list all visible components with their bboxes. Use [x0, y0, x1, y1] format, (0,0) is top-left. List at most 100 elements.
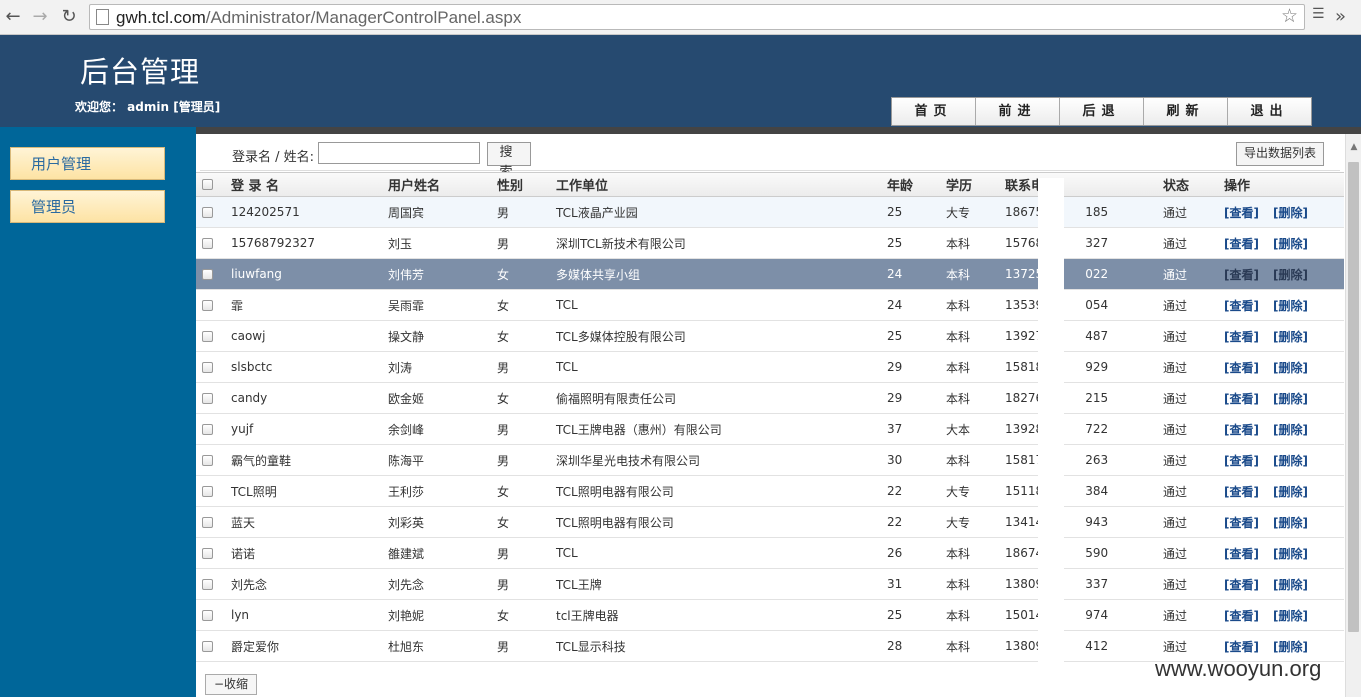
- view-link[interactable]: [查看]: [1224, 352, 1259, 382]
- nav-forward-button[interactable]: 前进: [976, 98, 1060, 125]
- row-checkbox[interactable]: [202, 423, 213, 435]
- table-row[interactable]: 霏吴雨霏女 TCL 24 本科 通过 13539 054 [查看] [删除]: [196, 290, 1344, 321]
- search-bar: 登录名 / 姓名: 搜 索 导出数据列表: [200, 140, 1340, 180]
- view-link[interactable]: [查看]: [1224, 476, 1259, 506]
- column-header-education[interactable]: 学历: [946, 173, 972, 196]
- view-link[interactable]: [查看]: [1224, 197, 1259, 227]
- row-checkbox[interactable]: [202, 454, 213, 466]
- menu-icon[interactable]: ☰: [1312, 6, 1326, 22]
- reload-icon[interactable]: ↻: [58, 6, 80, 28]
- table-row[interactable]: slsbctc 刘涛男 TCL 29 本科 通过 15818 929 [查看] [删除]: [196, 352, 1344, 383]
- row-checkbox[interactable]: [202, 268, 213, 280]
- table-row[interactable]: caowj 操文静女 TCL多媒体控股有限公司 25 本科 通过 13927 487 [查看][…: [196, 321, 1344, 352]
- export-data-button[interactable]: 导出数据列表: [1236, 142, 1324, 166]
- sidebar-item-user-management[interactable]: 用户管理: [10, 147, 165, 180]
- select-all-checkbox[interactable]: [202, 179, 213, 190]
- sidebar-item-administrator[interactable]: 管理员: [10, 190, 165, 223]
- view-link[interactable]: [查看]: [1224, 383, 1259, 413]
- view-link[interactable]: [查看]: [1224, 445, 1259, 475]
- search-button[interactable]: 搜 索: [487, 142, 531, 180]
- row-checkbox[interactable]: [202, 485, 213, 497]
- column-header-name[interactable]: 用户姓名: [388, 173, 440, 196]
- delete-link[interactable]: [删除]: [1273, 414, 1308, 444]
- delete-link[interactable]: [删除]: [1273, 228, 1308, 258]
- table-row[interactable]: lyn 刘艳妮女 tcl王牌电器 25 本科 通过 15014 974 [查看] [删除]: [196, 600, 1344, 631]
- scroll-thumb[interactable]: [1348, 162, 1359, 632]
- view-link[interactable]: [查看]: [1224, 600, 1259, 630]
- nav-back-button[interactable]: 后退: [1060, 98, 1144, 125]
- view-link[interactable]: [查看]: [1224, 321, 1259, 351]
- column-header-unit[interactable]: 工作单位: [556, 173, 608, 196]
- delete-link[interactable]: [删除]: [1273, 600, 1308, 630]
- view-link[interactable]: [查看]: [1224, 290, 1259, 320]
- row-checkbox[interactable]: [202, 578, 213, 590]
- row-checkbox[interactable]: [202, 609, 213, 621]
- table-row[interactable]: 蓝天 刘彩英女 TCL照明电器有限公司 22 大专 通过 13414 943 [查看] [删除]: [196, 507, 1344, 538]
- delete-link[interactable]: [删除]: [1273, 352, 1308, 382]
- view-link[interactable]: [查看]: [1224, 414, 1259, 444]
- delete-link[interactable]: [删除]: [1273, 197, 1308, 227]
- nav-refresh-button[interactable]: 刷新: [1144, 98, 1228, 125]
- delete-link[interactable]: [删除]: [1273, 321, 1308, 351]
- status-cell: 通过: [1163, 577, 1188, 592]
- login-cell: 爵定爱你: [231, 639, 280, 654]
- name-cell: 刘先念: [388, 577, 425, 592]
- nav-logout-button[interactable]: 退出: [1228, 98, 1311, 125]
- delete-link[interactable]: [删除]: [1273, 259, 1308, 289]
- delete-link[interactable]: [删除]: [1273, 290, 1308, 320]
- vertical-scrollbar[interactable]: ▲: [1345, 134, 1361, 697]
- extensions-chevron-icon[interactable]: »: [1335, 6, 1346, 27]
- row-checkbox[interactable]: [202, 237, 213, 249]
- table-row[interactable]: 124202571 周国宾男 TCL液晶产业园 25 大专 通过 18675 185 [查看][…: [196, 197, 1344, 228]
- table-row[interactable]: 诺诺 雒建斌男 TCL 26 本科 通过 18674 590 [查看] [删除]: [196, 538, 1344, 569]
- row-checkbox[interactable]: [202, 547, 213, 559]
- column-header-status[interactable]: 状态: [1163, 173, 1189, 196]
- row-checkbox[interactable]: [202, 299, 213, 311]
- name-cell: 刘彩英: [388, 515, 425, 530]
- view-link[interactable]: [查看]: [1224, 507, 1259, 537]
- table-row[interactable]: 15768792327 刘玉男深圳TCL新技术有限公司 25 本科 通过 15768 327…: [196, 228, 1344, 259]
- row-checkbox[interactable]: [202, 361, 213, 373]
- view-link[interactable]: [查看]: [1224, 259, 1259, 289]
- table-row[interactable]: 霸气的童鞋 陈海平男深圳华星光电技术有限公司 30 本科 通过 15817 263 [查看][…: [196, 445, 1344, 476]
- table-row[interactable]: yujf 余剑峰男 TCL王牌电器（惠州）有限公司 37 大本 通过 13928 722 [查看…: [196, 414, 1344, 445]
- view-link[interactable]: [查看]: [1224, 538, 1259, 568]
- table-row[interactable]: 刘先念 刘先念男 TCL王牌 31 本科 通过 13809 337 [查看] [删除]: [196, 569, 1344, 600]
- row-checkbox[interactable]: [202, 640, 213, 652]
- search-input[interactable]: [318, 142, 480, 164]
- view-link[interactable]: [查看]: [1224, 569, 1259, 599]
- minus-icon: −: [213, 677, 225, 691]
- view-link[interactable]: [查看]: [1224, 228, 1259, 258]
- delete-link[interactable]: [删除]: [1273, 507, 1308, 537]
- url-host: gwh.tcl.com: [116, 8, 206, 27]
- delete-link[interactable]: [删除]: [1273, 445, 1308, 475]
- column-header-sex[interactable]: 性别: [497, 173, 523, 196]
- delete-link[interactable]: [删除]: [1273, 538, 1308, 568]
- delete-link[interactable]: [删除]: [1273, 569, 1308, 599]
- row-checkbox-cell: [202, 476, 213, 506]
- nav-home-button[interactable]: 首页: [892, 98, 976, 125]
- address-bar[interactable]: gwh.tcl.com/Administrator/ManagerControl…: [89, 4, 1305, 30]
- forward-arrow-icon[interactable]: →: [29, 6, 51, 28]
- column-header-age[interactable]: 年龄: [887, 173, 913, 196]
- delete-link[interactable]: [删除]: [1273, 476, 1308, 506]
- column-header-login[interactable]: 登 录 名: [231, 173, 279, 196]
- collapse-button[interactable]: −收缩: [205, 674, 257, 695]
- unit-cell: 深圳华星光电技术有限公司: [556, 453, 701, 468]
- table-row[interactable]: TCL照明 王利莎女 TCL照明电器有限公司 22 大专 通过 15118 384 [查看] [删…: [196, 476, 1344, 507]
- row-checkbox[interactable]: [202, 206, 213, 218]
- row-checkbox[interactable]: [202, 516, 213, 528]
- phone-suffix: 487: [1085, 329, 1109, 343]
- row-checkbox[interactable]: [202, 392, 213, 404]
- age-cell: 31: [887, 577, 903, 591]
- delete-link[interactable]: [删除]: [1273, 383, 1308, 413]
- sex-cell: 女: [497, 391, 510, 406]
- bookmark-star-icon[interactable]: ☆: [1281, 5, 1298, 27]
- sex-cell: 男: [497, 546, 510, 561]
- row-checkbox[interactable]: [202, 330, 213, 342]
- table-row[interactable]: liuwfang 刘伟芳女多媒体共享小组 24 本科 通过 13725 022 [查看] [删除…: [196, 259, 1344, 290]
- scroll-up-arrow-icon[interactable]: ▲: [1346, 142, 1361, 156]
- table-row[interactable]: candy 欧金姬女偷福照明有限责任公司 29 本科 通过 18276 215 [查看] [删除…: [196, 383, 1344, 414]
- unit-cell: TCL: [556, 298, 578, 312]
- back-arrow-icon[interactable]: ←: [2, 6, 24, 28]
